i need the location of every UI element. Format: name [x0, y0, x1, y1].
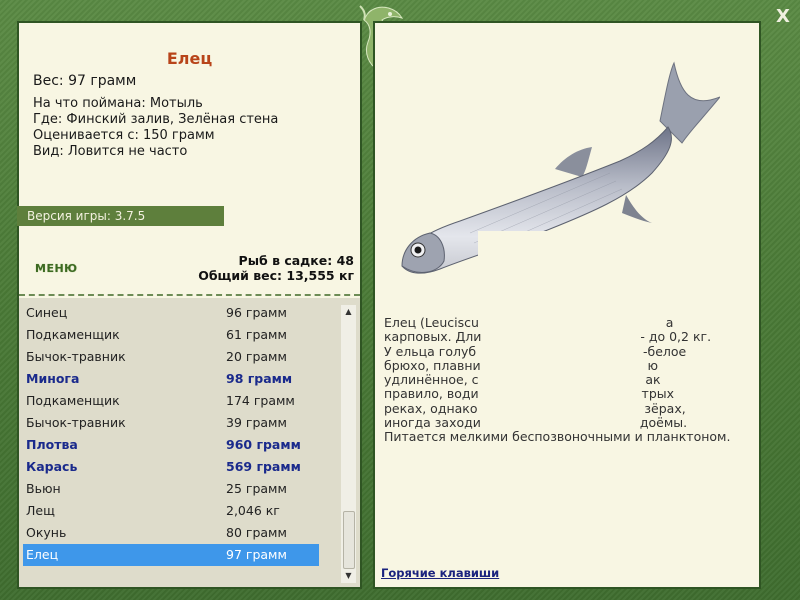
- list-item-name: Подкаменщик: [26, 393, 120, 408]
- description-line: карповых. Дли - до 0,2 кг.: [384, 329, 712, 345]
- scroll-up-icon[interactable]: ▲: [341, 305, 356, 319]
- description-line: правило, води трых: [384, 386, 675, 402]
- list-item[interactable]: Подкаменщик 61 грамм: [23, 324, 319, 346]
- list-item-weight: 174 грамм: [226, 393, 295, 408]
- fish-description: Елец (Leuciscu а карповых. Дли - до 0,2 к…: [384, 315, 752, 445]
- list-item[interactable]: Елец 97 грамм: [23, 544, 319, 566]
- description-line: иногда заходи доёмы.: [384, 415, 688, 431]
- fish-picture: [401, 61, 720, 283]
- list-item[interactable]: Лещ 2,046 кг: [23, 500, 319, 522]
- list-item-weight: 96 грамм: [226, 305, 287, 320]
- list-item-weight: 98 грамм: [226, 371, 293, 386]
- species-note-text: Вид: Ловится не часто: [33, 144, 188, 159]
- hotkeys-link[interactable]: Горячие клавиши: [381, 566, 499, 580]
- fish-info-panel: Елец Вес: 97 грамм На что поймана: Мотыл…: [17, 21, 362, 589]
- description-line: У ельца голуб -белое: [384, 343, 687, 359]
- list-item-name: Бычок-травник: [26, 349, 126, 364]
- valued-from-text: Оценивается с: 150 грамм: [33, 128, 215, 143]
- list-item-name: Елец: [26, 547, 59, 562]
- list-item-name: Синец: [26, 305, 68, 320]
- description-line: удлинённое, с ак: [384, 372, 661, 388]
- list-item-weight: 61 грамм: [226, 327, 287, 342]
- list-item-name: Окунь: [26, 525, 67, 540]
- fish-title: Елец: [166, 49, 213, 68]
- list-item-name: Лещ: [26, 503, 55, 518]
- total-weight: Общий вес: 13,555 кг: [198, 268, 354, 283]
- list-item[interactable]: Карась 569 грамм: [23, 456, 319, 478]
- fish-count: Рыб в садке: 48: [238, 253, 354, 268]
- description-line: Елец (Leuciscu а: [384, 315, 674, 330]
- list-scrollbar[interactable]: ▲ ▼: [341, 305, 356, 583]
- fish-details: На что поймана: Мотыль Где: Финский зали…: [33, 96, 278, 160]
- list-item[interactable]: Вьюн 25 грамм: [23, 478, 319, 500]
- list-item-name: Вьюн: [26, 481, 61, 496]
- menu-button[interactable]: МЕНЮ: [35, 262, 78, 275]
- list-item-weight: 20 грамм: [226, 349, 287, 364]
- list-item[interactable]: Бычок-травник 20 грамм: [23, 346, 319, 368]
- description-line: реках, однако зёрах,: [384, 400, 686, 416]
- list-item-weight: 2,046 кг: [226, 503, 280, 518]
- list-item-weight: 97 грамм: [226, 547, 287, 562]
- catch-list: Синец 96 грамм Подкаменщик 61 грамм Бычок-тр…: [19, 298, 360, 587]
- list-item[interactable]: Бычок-травник 39 грамм: [23, 412, 319, 434]
- list-item[interactable]: Минога 98 грамм: [23, 368, 319, 390]
- description-line: Питается мелкими беспозвоночными и планк…: [384, 429, 731, 445]
- fish-description-panel: Елец (Leuciscu а карповых. Дли - до 0,2 к…: [373, 21, 761, 589]
- list-item-name: Минога: [26, 371, 80, 386]
- list-item[interactable]: Плотва 960 грамм: [23, 434, 319, 456]
- list-item-name: Подкаменщик: [26, 327, 120, 342]
- list-item-weight: 39 грамм: [226, 415, 287, 430]
- list-item-name: Бычок-травник: [26, 415, 126, 430]
- fish-weight: Вес: 97 грамм: [33, 73, 137, 89]
- list-item[interactable]: Синец 96 грамм: [23, 302, 319, 324]
- list-item-name: Карась: [26, 459, 78, 474]
- divider: [19, 294, 360, 296]
- keepnet-stats: Рыб в садке: 48 Общий вес: 13,555 кг: [198, 253, 354, 283]
- close-icon[interactable]: X: [772, 6, 794, 28]
- scroll-down-icon[interactable]: ▼: [341, 569, 356, 583]
- version-bar: Версия игры: 3.7.5: [17, 206, 224, 226]
- list-item[interactable]: Окунь 80 грамм: [23, 522, 319, 544]
- list-item-weight: 569 грамм: [226, 459, 301, 474]
- bait-text: На что поймана: Мотыль: [33, 96, 203, 111]
- list-item-weight: 960 грамм: [226, 437, 301, 452]
- description-line: брюхо, плавни ю: [384, 357, 659, 373]
- list-item-weight: 25 грамм: [226, 481, 287, 496]
- list-item-weight: 80 грамм: [226, 525, 287, 540]
- list-item[interactable]: Подкаменщик 174 грамм: [23, 390, 319, 412]
- list-item-name: Плотва: [26, 437, 78, 452]
- location-text: Где: Финский залив, Зелёная стена: [33, 112, 279, 127]
- scroll-thumb[interactable]: [343, 511, 355, 569]
